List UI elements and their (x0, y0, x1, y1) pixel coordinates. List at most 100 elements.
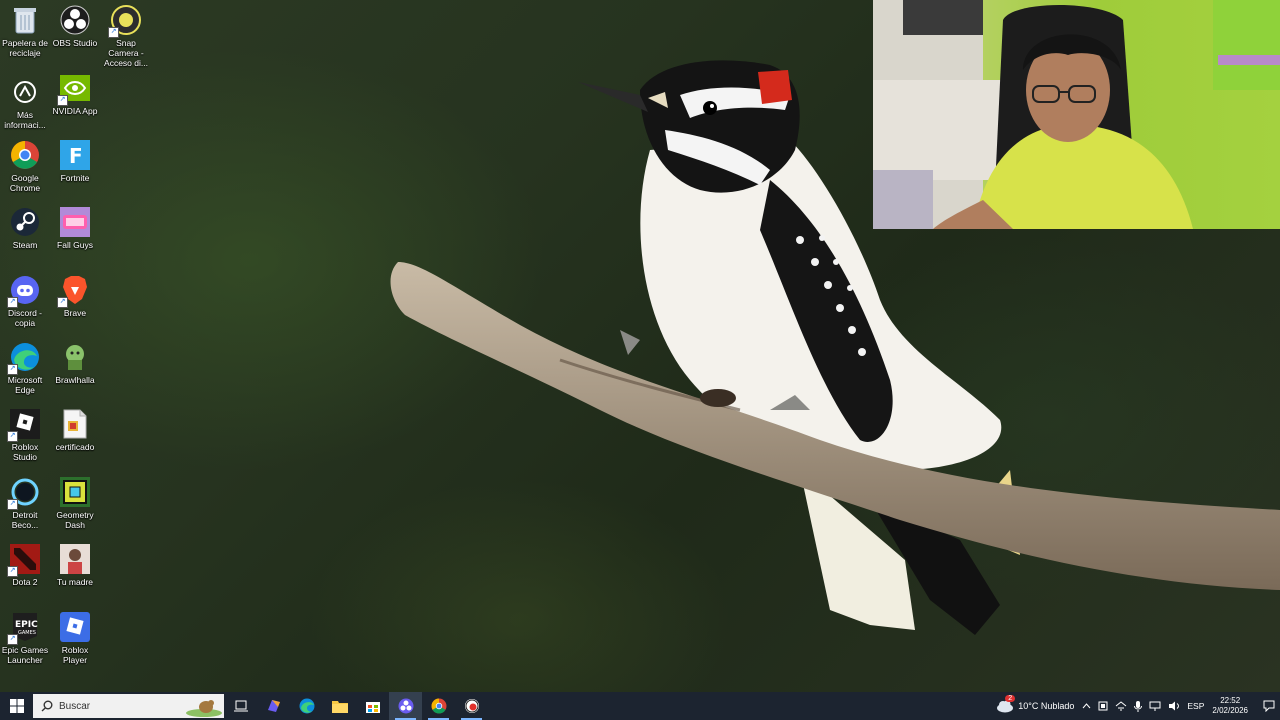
weather-widget[interactable]: 2 10°C Nublado (996, 695, 1075, 713)
desktop-icon-obs-studio[interactable]: OBS Studio (50, 4, 100, 48)
windows-logo-icon (9, 699, 24, 713)
desktop-icon-label: Fall Guys (57, 240, 93, 250)
taskbar-copilot[interactable] (257, 692, 290, 720)
obs-icon (59, 4, 91, 36)
steam-icon (9, 206, 41, 238)
fall-guys-icon (59, 206, 91, 238)
start-button[interactable] (0, 692, 33, 720)
desktop-icon-label: NVIDIA App (52, 106, 98, 116)
geometry-dash-icon (59, 476, 91, 508)
taskbar-recorder[interactable] (455, 692, 488, 720)
info-icon (9, 76, 41, 108)
chrome-icon (431, 698, 446, 714)
discord-icon: ↗ (7, 274, 41, 308)
taskbar-edge[interactable] (290, 692, 323, 720)
clock-date: 2/02/2026 (1212, 706, 1248, 715)
desktop-icon-label: Geometry Dash (56, 510, 94, 530)
desktop-icon-label: Fortnite (60, 173, 90, 183)
desktop-icon-label: Epic Games Launcher (1, 645, 49, 665)
desktop-icon-label: Más informaci... (4, 110, 46, 130)
search-highlight-icon (186, 700, 222, 717)
copilot-icon (267, 700, 280, 712)
taskbar-store[interactable] (356, 692, 389, 720)
desktop-icon-fortnite[interactable]: F Fortnite (50, 139, 100, 183)
desktop-icon-label: Dota 2 (12, 577, 38, 587)
weather-badge: 2 (1005, 695, 1016, 702)
search-icon (41, 700, 53, 712)
show-hidden-icons-button[interactable] (1082, 701, 1091, 712)
desktop-icon-dota-2[interactable]: ↗ Dota 2 (0, 543, 50, 587)
search-box[interactable]: Buscar (33, 694, 224, 718)
edge-icon: ↗ (7, 341, 41, 375)
obs-icon (398, 698, 413, 714)
weather-text: 10°C Nublado (1018, 701, 1075, 711)
roblox-studio-icon: ↗ (7, 408, 41, 442)
desktop-icon-microsoft-edge[interactable]: ↗ Microsoft Edge (0, 341, 50, 395)
taskbar: Buscar 2 10°C Nublado ESP 22:52 2/02/202… (0, 692, 1280, 720)
desktop-icon-roblox-player[interactable]: Roblox Player (50, 611, 100, 665)
desktop-icon-geometry-dash[interactable]: Geometry Dash (50, 476, 100, 530)
desktop-icon-brave[interactable]: ↗ Brave (50, 274, 100, 318)
desktop-icon-epic-games[interactable]: EPIC GAMES ↗ Epic Games Launcher (0, 611, 50, 665)
desktop-icon-label: Microsoft Edge (7, 375, 43, 395)
desktop-icon-roblox-studio[interactable]: ↗ Roblox Studio (0, 408, 50, 462)
nvidia-icon: ↗ (57, 72, 91, 106)
chevron-up-icon (1083, 702, 1091, 708)
desktop-icon-tu-madre[interactable]: Tu madre (50, 543, 100, 587)
folder-icon (331, 701, 348, 713)
desktop-icon-label: Detroit Beco... (11, 510, 39, 530)
snap-camera-icon: ↗ (108, 4, 142, 38)
desktop-icon-label: Google Chrome (9, 173, 41, 193)
desktop-icon-label: Roblox Studio (11, 442, 39, 462)
desktop[interactable]: Papelera de reciclaje OBS Studio ↗ Snap … (0, 0, 1280, 692)
desktop-icon-label: OBS Studio (52, 38, 98, 48)
taskbar-file-explorer[interactable] (323, 692, 356, 720)
desktop-icon-brawlhalla[interactable]: Brawlhalla (50, 341, 100, 385)
desktop-icon-steam[interactable]: Steam (0, 206, 50, 250)
desktop-icon-mas-informacion[interactable]: Más informaci... (0, 76, 50, 130)
notification-icon (1263, 700, 1275, 712)
language-indicator[interactable]: ESP (1187, 701, 1204, 711)
desktop-icon-snap-camera[interactable]: ↗ Snap Camera - Acceso di... (101, 4, 151, 68)
microphone-icon[interactable] (1134, 700, 1143, 712)
desktop-icon-label: Tu madre (56, 577, 94, 587)
fortnite-icon: F (59, 139, 91, 171)
taskbar-obs[interactable] (389, 692, 422, 720)
volume-icon[interactable] (1168, 701, 1180, 711)
desktop-icon-label: Snap Camera - Acceso di... (104, 38, 148, 68)
svg-text:F: F (69, 144, 83, 168)
notification-center-button[interactable] (1258, 692, 1280, 720)
roblox-player-icon (59, 611, 91, 643)
desktop-icon-label: Steam (12, 240, 38, 250)
desktop-icon-recycle-bin[interactable]: Papelera de reciclaje (0, 4, 50, 58)
desktop-icon-label: Discord - copia (7, 308, 42, 328)
desktop-icon-label: Roblox Player (61, 645, 89, 665)
webcam-feed (873, 0, 1280, 229)
clock[interactable]: 22:52 2/02/2026 (1212, 696, 1248, 716)
desktop-icon-label: certificado (55, 442, 95, 452)
task-view-button[interactable] (224, 692, 257, 720)
desktop-icon-fall-guys[interactable]: Fall Guys (50, 206, 100, 250)
desktop-icon-label: Papelera de reciclaje (2, 38, 48, 58)
task-view-icon (233, 700, 248, 712)
epic-games-icon: EPIC GAMES ↗ (7, 611, 41, 645)
clock-time: 22:52 (1220, 696, 1241, 705)
desktop-icon-detroit[interactable]: ↗ Detroit Beco... (0, 476, 50, 530)
desktop-icon-certificado[interactable]: certificado (50, 408, 100, 452)
brawlhalla-icon (59, 341, 91, 373)
desktop-icon-label: Brawlhalla (55, 375, 95, 385)
desktop-icon-google-chrome[interactable]: Google Chrome (0, 139, 50, 193)
webcam-overlay (873, 0, 1280, 229)
network-icon[interactable] (1115, 701, 1127, 711)
search-placeholder: Buscar (59, 700, 91, 712)
brave-icon: ↗ (57, 274, 91, 308)
desktop-icon-discord[interactable]: ↗ Discord - copia (0, 274, 50, 328)
taskbar-chrome[interactable] (422, 692, 455, 720)
recycle-bin-icon (9, 4, 41, 36)
store-icon (365, 702, 380, 713)
document-icon (59, 408, 91, 440)
desktop-icon-nvidia-app[interactable]: ↗ NVIDIA App (50, 72, 100, 116)
ethernet-icon[interactable] (1149, 701, 1161, 711)
detroit-icon: ↗ (7, 476, 41, 510)
device-icon[interactable] (1098, 701, 1108, 711)
